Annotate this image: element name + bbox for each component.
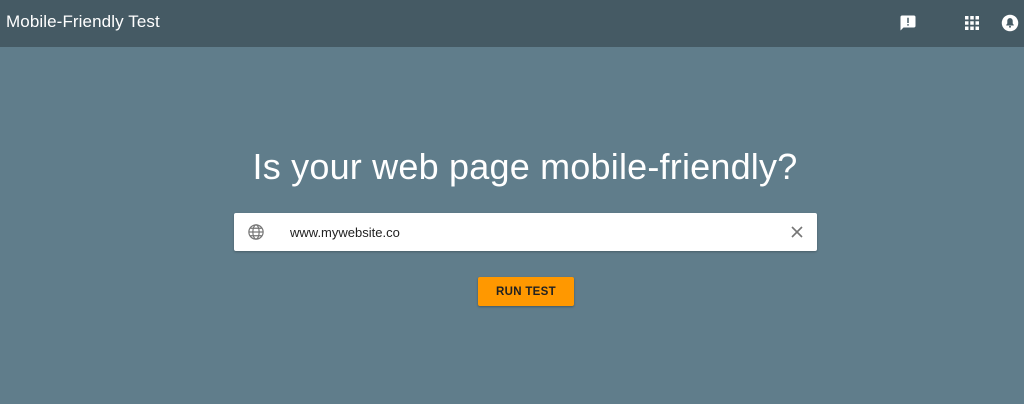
url-input-container[interactable] (234, 213, 817, 251)
globe-icon (247, 223, 265, 241)
close-icon[interactable] (789, 224, 805, 240)
apps-grid-icon[interactable] (962, 13, 982, 33)
run-test-button[interactable]: RUN TEST (478, 277, 574, 306)
app-title[interactable]: Mobile-Friendly Test (6, 12, 160, 32)
url-input[interactable] (290, 217, 770, 247)
feedback-icon[interactable] (898, 13, 918, 33)
account-icon[interactable] (1000, 13, 1020, 33)
top-app-bar: Mobile-Friendly Test (0, 0, 1024, 47)
page-headline: Is your web page mobile-friendly? (252, 146, 798, 187)
